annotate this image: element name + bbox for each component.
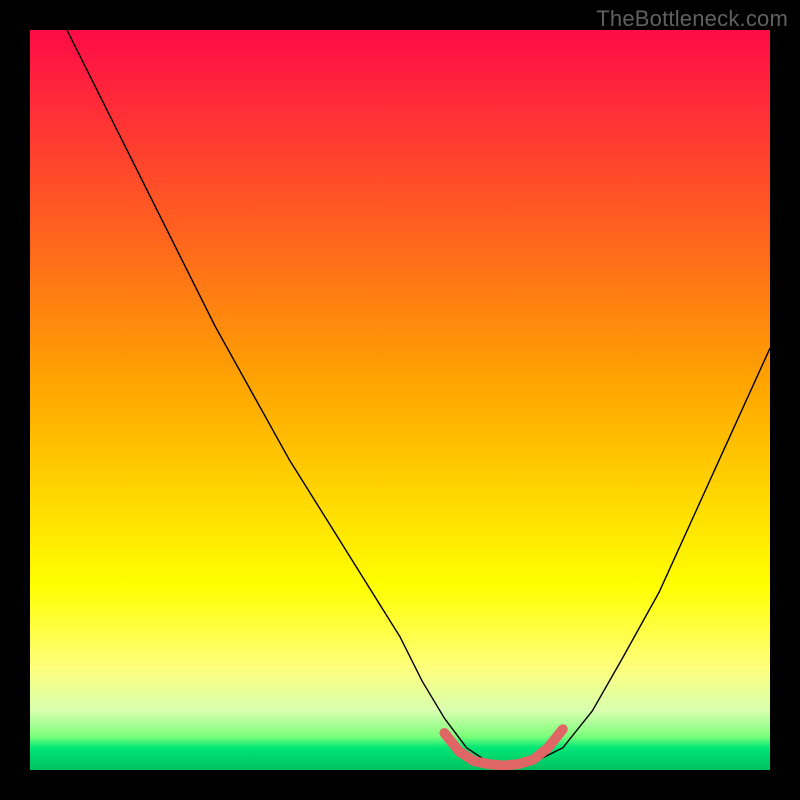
watermark-text: TheBottleneck.com: [596, 6, 788, 32]
chart-svg: [30, 30, 770, 770]
plot-area: [30, 30, 770, 770]
heat-gradient-bg: [30, 30, 770, 770]
chart-container: TheBottleneck.com: [0, 0, 800, 800]
